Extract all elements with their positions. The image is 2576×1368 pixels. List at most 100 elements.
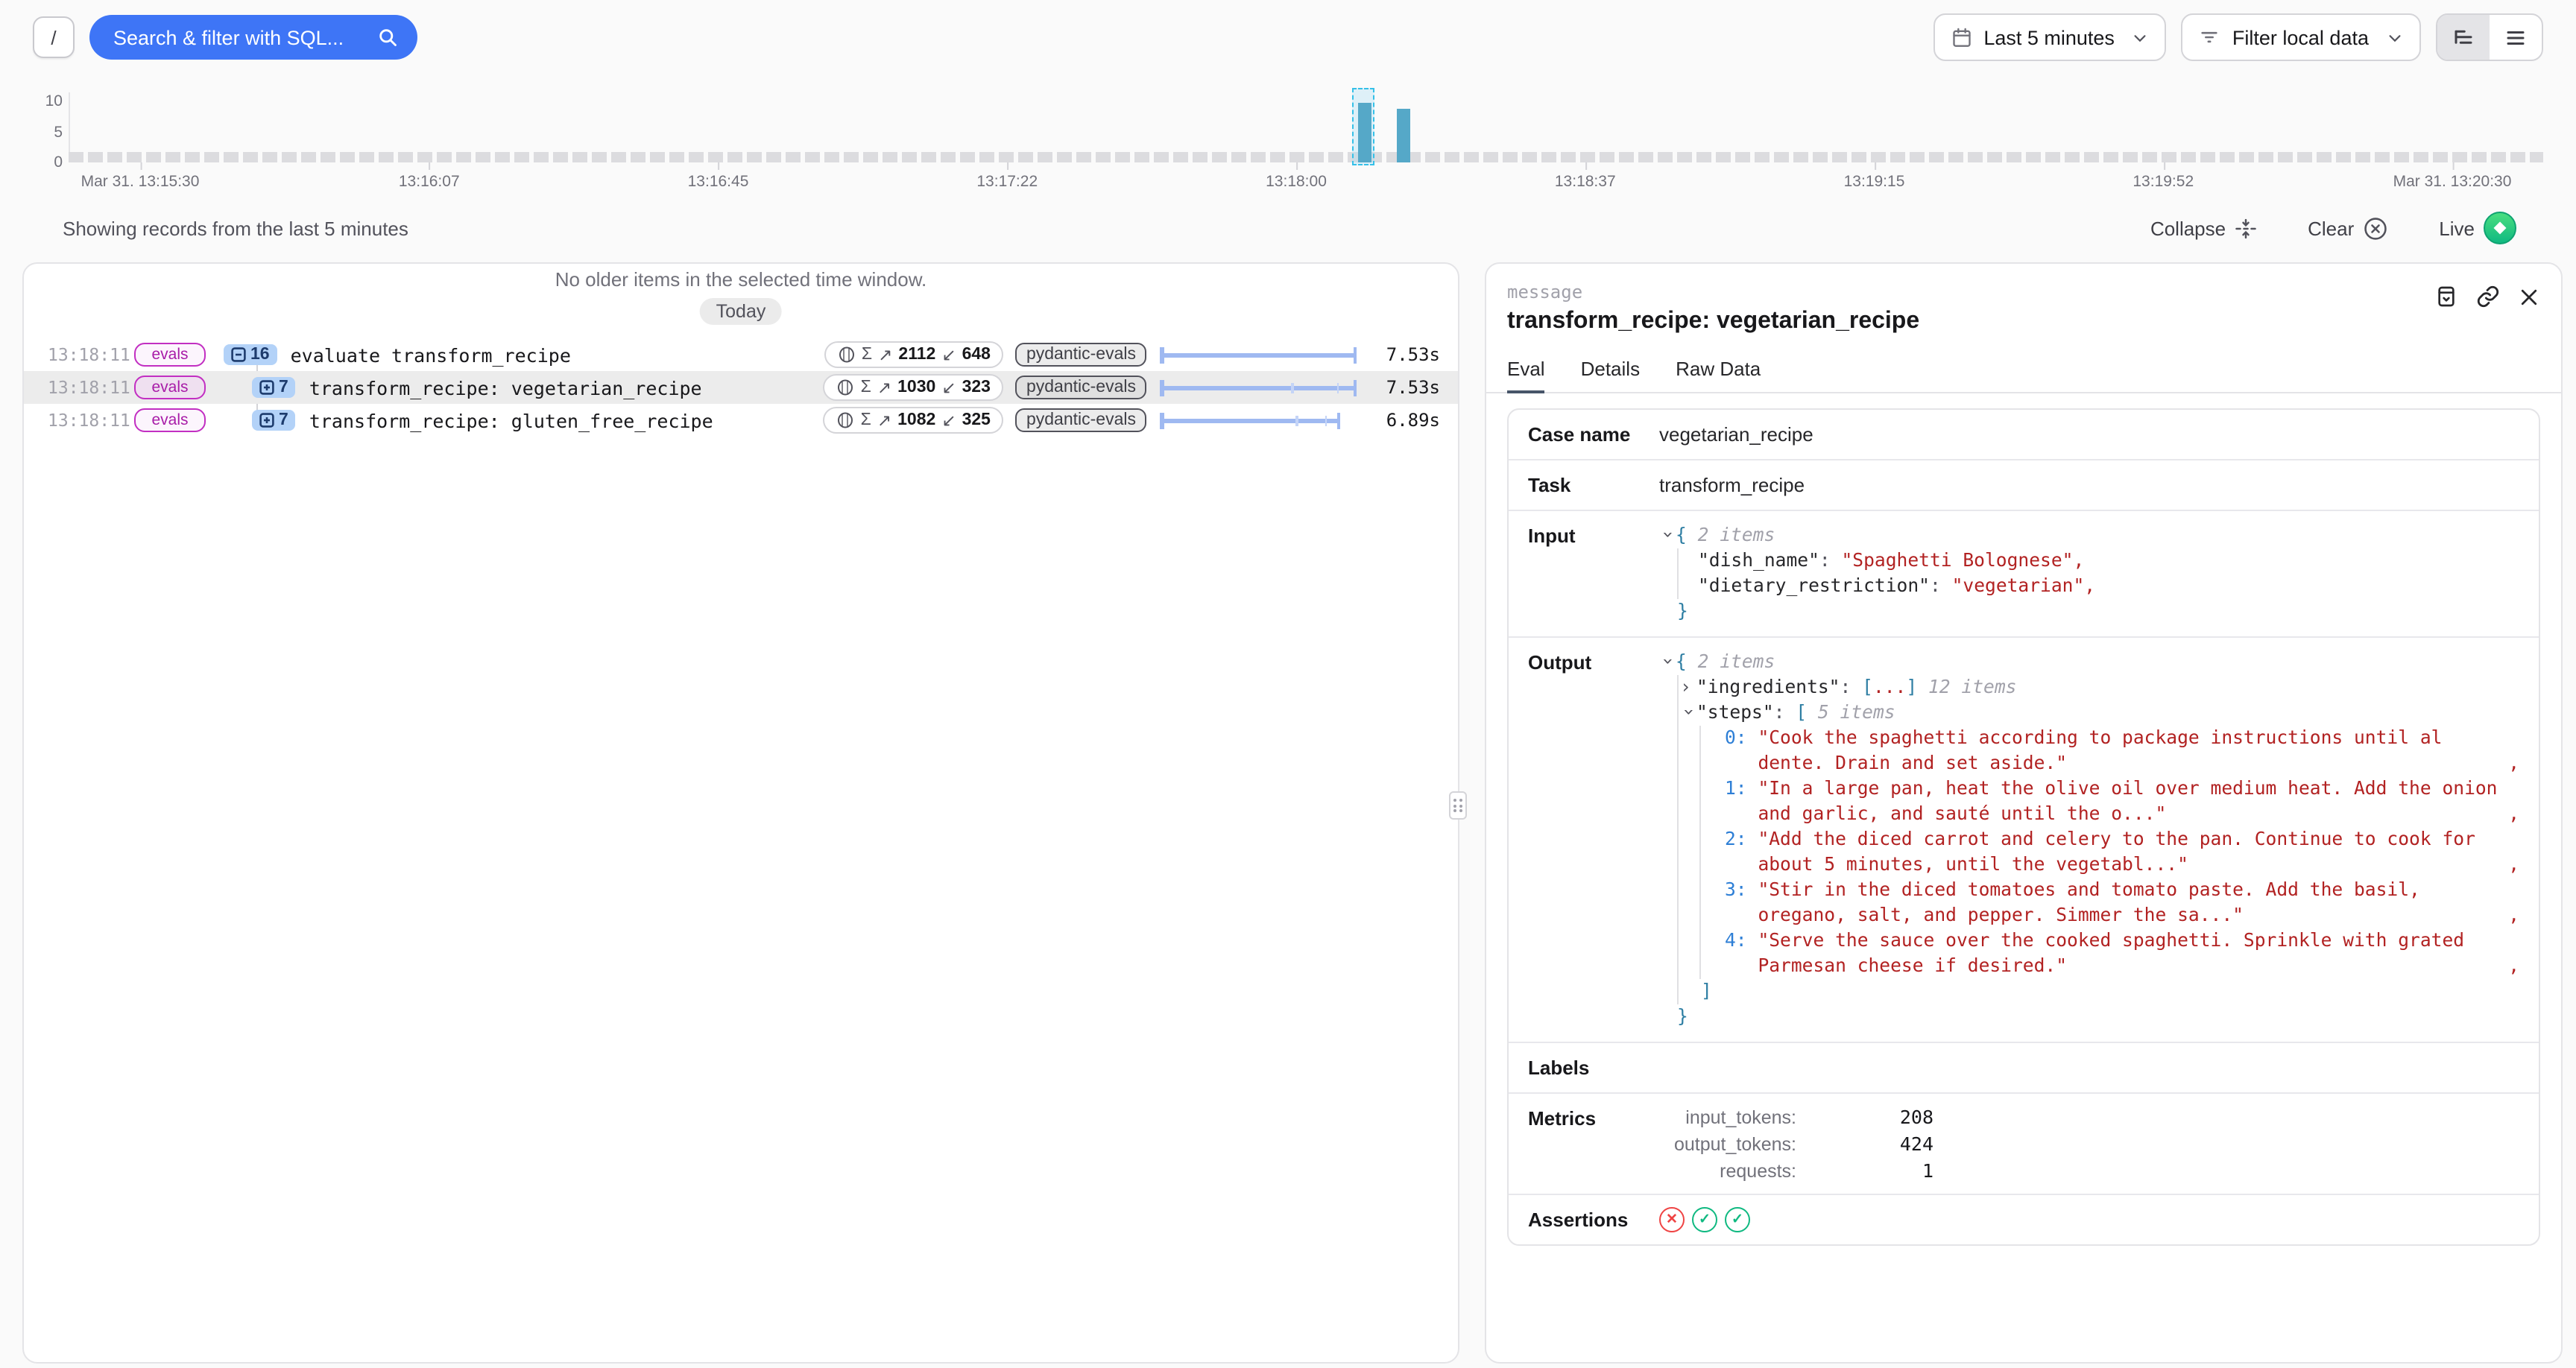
- json-line: "dish_name": "Spaghetti Bolognese",: [1659, 548, 2519, 574]
- token-usage-pill: Σ ↗2112 ↙648: [824, 341, 1004, 368]
- tree-view-toggle[interactable]: [2437, 15, 2490, 60]
- output-json-viewer[interactable]: ›{ 2 items›"ingredients": [...] 12 items…: [1659, 650, 2519, 1030]
- tab-raw-data[interactable]: Raw Data: [1676, 358, 1761, 392]
- close-icon[interactable]: [2518, 285, 2540, 308]
- time-range-dropdown[interactable]: Last 5 minutes: [1933, 13, 2167, 61]
- scope-tag[interactable]: pydantic-evals: [1016, 376, 1146, 399]
- search-button-label: Search & filter with SQL...: [113, 26, 344, 48]
- detail-title: transform_recipe: vegetarian_recipe: [1507, 308, 2540, 335]
- showing-records-text: Showing records from the last 5 minutes: [63, 217, 408, 239]
- json-line[interactable]: ›"ingredients": [...] 12 items: [1659, 675, 2519, 700]
- json-toggle-chevron-icon[interactable]: ›: [1676, 706, 1701, 723]
- save-to-dataset-icon[interactable]: [2434, 285, 2458, 308]
- tab-details[interactable]: Details: [1581, 358, 1641, 392]
- case-name-value: vegetarian_recipe: [1659, 422, 1813, 447]
- live-label: Live: [2439, 217, 2475, 239]
- sigma-icon: Σ: [861, 379, 871, 396]
- span-count-badge[interactable]: 16: [224, 344, 277, 365]
- chevron-down-icon: [2133, 29, 2149, 45]
- json-line: }: [1659, 1004, 2519, 1030]
- service-tag[interactable]: evals: [134, 376, 206, 399]
- trace-time: 13:18:11: [48, 377, 119, 398]
- json-line: 1: "In a large pan, heat the olive oil o…: [1659, 776, 2519, 827]
- search-button[interactable]: Search & filter with SQL...: [89, 15, 417, 60]
- trace-rows: 13:18:11 evals 16 evaluate transform_rec…: [24, 338, 1458, 437]
- scope-tag[interactable]: pydantic-evals: [1016, 343, 1146, 367]
- detail-panel: message transform_recipe: vegetarian_rec…: [1485, 262, 2563, 1364]
- x-tick-label: 13:18:37: [1555, 162, 1616, 191]
- list-view-toggle[interactable]: [2490, 15, 2542, 60]
- histogram-bar[interactable]: [1358, 102, 1371, 162]
- service-tag[interactable]: evals: [134, 343, 206, 367]
- span-name: transform_recipe: vegetarian_recipe: [309, 376, 824, 399]
- x-tick-label: 13:19:15: [1844, 162, 1905, 191]
- assertion-pass-icon[interactable]: ✓: [1692, 1207, 1717, 1232]
- expand-square-plus-icon: [259, 380, 274, 395]
- panel-resize-handle[interactable]: [1449, 791, 1467, 820]
- search-icon: [376, 27, 397, 48]
- assertion-fail-icon[interactable]: ✕: [1659, 1207, 1685, 1232]
- json-line[interactable]: ›{ 2 items: [1659, 523, 2519, 548]
- scope-tag[interactable]: pydantic-evals: [1016, 408, 1146, 432]
- filter-lines-icon: [2200, 27, 2220, 48]
- input-json-viewer[interactable]: ›{ 2 items"dish_name": "Spaghetti Bologn…: [1659, 523, 2519, 624]
- input-arrow-icon: ↗: [878, 344, 892, 365]
- duration-value: 7.53s: [1363, 377, 1440, 398]
- output-arrow-icon: ↙: [941, 377, 956, 398]
- span-count-badge[interactable]: 7: [252, 377, 296, 398]
- assertion-icons: ✕ ✓ ✓: [1659, 1207, 1750, 1232]
- span-count-badge[interactable]: 7: [252, 410, 296, 431]
- slash-shortcut-key: /: [33, 16, 75, 58]
- case-name-label: Case name: [1528, 422, 1659, 447]
- top-bar-right: Last 5 minutes Filter local data: [1933, 13, 2543, 61]
- assertion-pass-icon[interactable]: ✓: [1725, 1207, 1750, 1232]
- json-toggle-chevron-icon[interactable]: ›: [1655, 529, 1680, 545]
- detail-tabs: Eval Details Raw Data: [1486, 358, 2561, 393]
- service-tag[interactable]: evals: [134, 408, 206, 432]
- metric-item: output_tokens: 424: [1659, 1133, 1933, 1155]
- trace-row-selected[interactable]: 13:18:11 evals 7 transform_recipe: veget…: [24, 371, 1458, 404]
- date-pill[interactable]: Today: [700, 298, 783, 325]
- top-bar: / Search & filter with SQL... Last 5 min…: [33, 15, 2543, 60]
- live-toggle[interactable]: Live: [2439, 212, 2516, 244]
- clear-button[interactable]: Clear: [2308, 215, 2388, 241]
- duration-bar: [1160, 411, 1357, 429]
- json-line[interactable]: ›"steps": [ 5 items: [1659, 700, 2519, 726]
- trace-list-panel: No older items in the selected time wind…: [22, 262, 1459, 1364]
- json-line[interactable]: ›{ 2 items: [1659, 650, 2519, 675]
- permalink-icon[interactable]: [2476, 285, 2500, 308]
- record-kind-label: message: [1507, 282, 2540, 303]
- span-count: 7: [279, 379, 288, 396]
- records-histogram[interactable]: 10 5 0 Mar 31. 13:15:3013:16:0713:16:451…: [33, 77, 2543, 197]
- expand-square-plus-icon: [259, 413, 274, 428]
- input-label: Input: [1528, 523, 1659, 548]
- metric-key: output_tokens:: [1659, 1133, 1796, 1154]
- span-count: 7: [279, 411, 288, 429]
- metric-value: 208: [1796, 1106, 1933, 1128]
- token-coin-icon: [838, 346, 856, 364]
- output-arrow-icon: ↙: [941, 410, 956, 431]
- labels-row: Labels: [1509, 1042, 2539, 1092]
- span-count: 16: [250, 346, 270, 364]
- output-row: Output ›{ 2 items›"ingredients": [...] 1…: [1509, 636, 2539, 1042]
- tab-eval[interactable]: Eval: [1507, 358, 1545, 393]
- json-toggle-chevron-icon[interactable]: ›: [1680, 675, 1696, 700]
- histogram-bar[interactable]: [1396, 108, 1409, 162]
- collapse-button[interactable]: Collapse: [2150, 217, 2257, 239]
- trace-row[interactable]: 13:18:11 evals 7 transform_recipe: glute…: [24, 404, 1458, 437]
- output-tokens: 648: [962, 346, 991, 364]
- input-row: Input ›{ 2 items"dish_name": "Spaghetti …: [1509, 510, 2539, 636]
- task-label: Task: [1528, 472, 1659, 498]
- chevron-down-icon: [2387, 29, 2403, 45]
- clear-circle-x-icon: [2363, 215, 2388, 241]
- filter-local-data-dropdown[interactable]: Filter local data: [2182, 13, 2421, 61]
- metric-value: 424: [1796, 1133, 1933, 1155]
- tree-list-icon: [2452, 26, 2475, 48]
- json-line: 0: "Cook the spaghetti according to pack…: [1659, 726, 2519, 776]
- token-coin-icon: [837, 411, 855, 429]
- input-arrow-icon: ↗: [877, 377, 891, 398]
- trace-row[interactable]: 13:18:11 evals 16 evaluate transform_rec…: [24, 338, 1458, 371]
- span-name: evaluate transform_recipe: [291, 343, 824, 366]
- json-toggle-chevron-icon[interactable]: ›: [1655, 656, 1680, 672]
- metric-key: requests:: [1659, 1160, 1796, 1181]
